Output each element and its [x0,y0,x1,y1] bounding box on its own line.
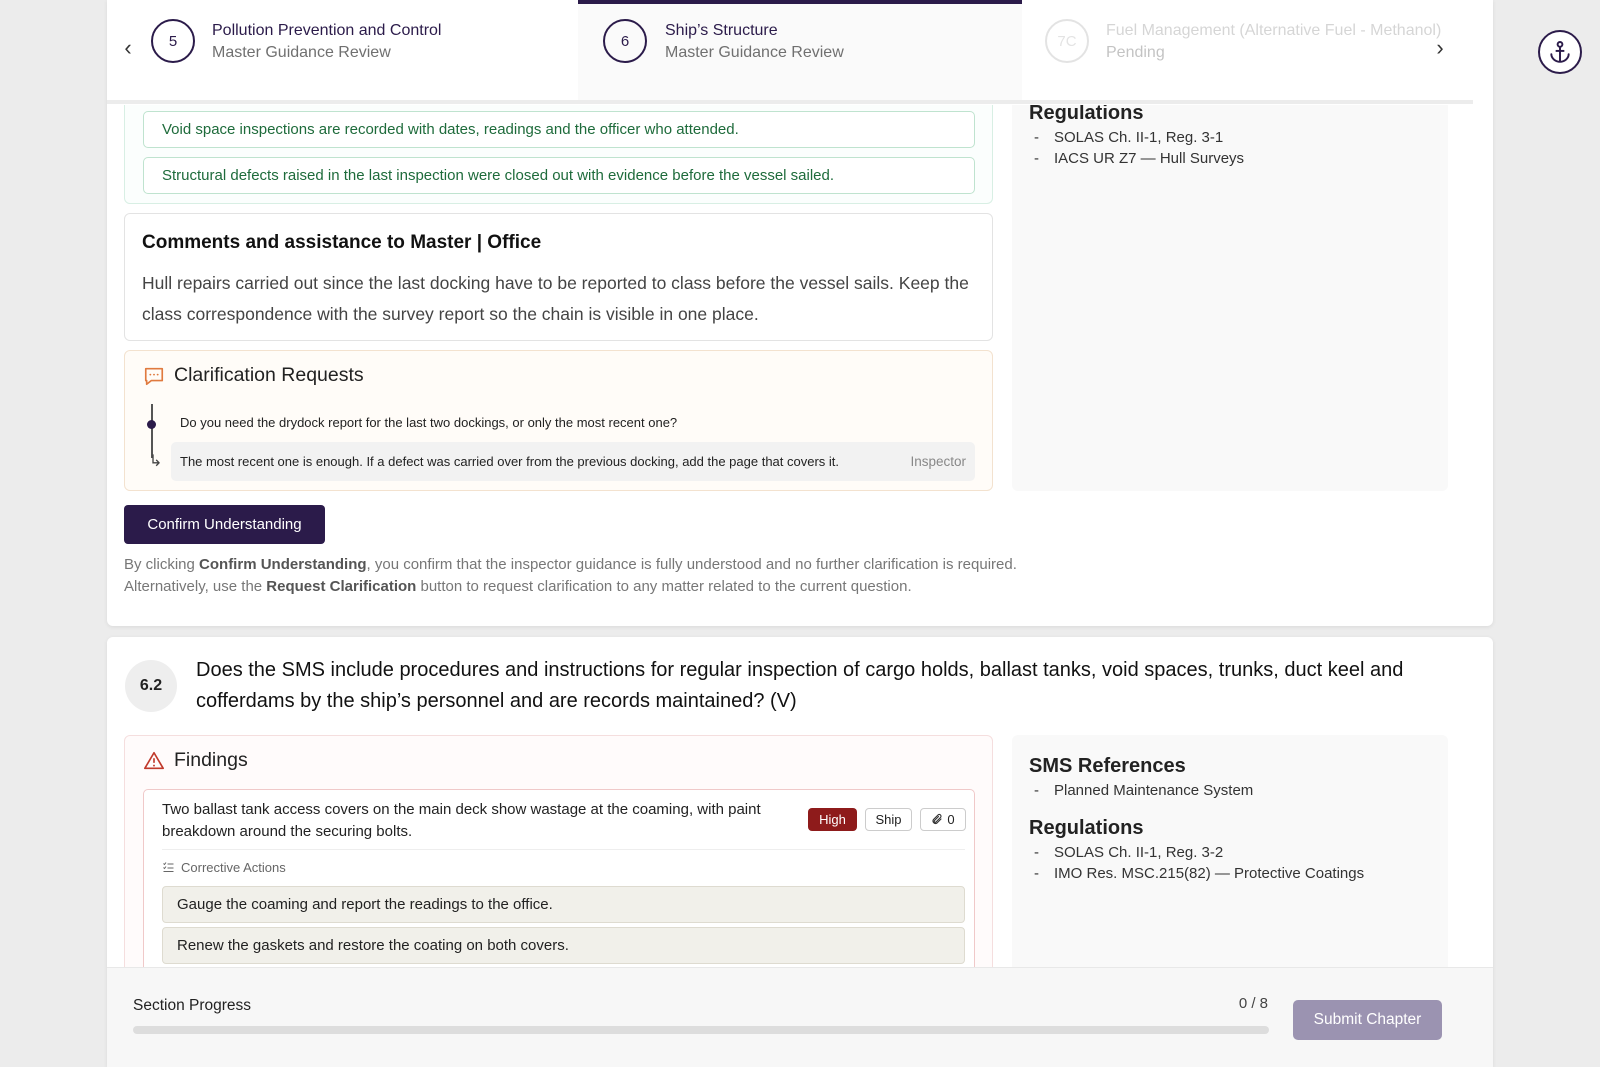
progress-track [133,1026,1269,1034]
finding-text: Two ballast tank access covers on the ma… [162,801,761,840]
note-emphasis: Confirm Understanding [199,556,367,573]
clarification-answer-text: The most recent one is enough. If a defe… [180,454,840,469]
divider [162,849,965,850]
chapter-tab-5[interactable]: 5 Pollution Prevention and Control Maste… [107,4,577,104]
clarification-answer: The most recent one is enough. If a defe… [171,442,975,481]
regulation-item: SOLAS Ch. II-1, Reg. 3-1 [1029,129,1244,146]
submit-chapter-button[interactable]: Submit Chapter [1293,1000,1442,1040]
page: ‹ 5 Pollution Prevention and Control Mas… [107,0,1493,1067]
findings-heading: Findings [174,749,248,771]
clarification-panel: Clarification Requests ↳ Do you need the… [124,350,993,491]
question-card-previous: ‹ 5 Pollution Prevention and Control Mas… [107,0,1493,626]
severity-badge: High [808,808,857,831]
chapter-tab-6-active[interactable]: 6 Ship’s Structure Master Guidance Revie… [578,0,1022,104]
corrective-action-item: Renew the gaskets and restore the coatin… [162,927,965,964]
corrective-actions-label: Corrective Actions [181,860,286,875]
clarification-heading: Clarification Requests [174,364,364,386]
findings-panel: Findings Two ballast tank access covers … [124,735,993,1009]
corrective-actions-heading: Corrective Actions [162,860,286,875]
reply-arrow-icon: ↳ [149,453,163,470]
question-number-badge: 6.2 [125,660,177,712]
active-tab-indicator [578,0,1022,4]
question-text: Does the SMS include procedures and inst… [196,659,1404,712]
attachments-count: 0 [947,812,955,827]
clarification-question: Do you need the drydock report for the l… [180,415,678,430]
chapter-tab-7c[interactable]: 7C Fuel Management (Alternative Fuel - M… [1023,4,1453,100]
confirm-understanding-button[interactable]: Confirm Understanding [124,505,325,544]
note-text: By clicking [124,556,200,573]
comments-panel: Comments and assistance to Master | Offi… [124,213,993,341]
thread-dot [147,420,156,429]
responsible-badge: Ship [865,808,912,831]
paperclip-icon [932,813,942,825]
chevron-right-icon[interactable]: › [1430,35,1450,60]
chapter-number-badge: 5 [151,19,195,63]
corrective-action-item: Gauge the coaming and report the reading… [162,886,965,923]
regulation-item: IACS UR Z7 — Hull Surveys [1029,150,1244,167]
progress-label: Section Progress [133,997,252,1014]
chapter-navigation: ‹ 5 Pollution Prevention and Control Mas… [107,0,1493,105]
regulation-item: IMO Res. MSC.215(82) — Protective Coatin… [1029,865,1364,882]
note-text: Alternatively, use the [124,578,267,595]
sms-reference-item: Planned Maintenance System [1029,782,1364,799]
warning-triangle-icon [144,751,164,770]
chapter-status: Master Guidance Review [665,44,844,61]
progress-count: 0 / 8 [1238,995,1268,1012]
chapter-number-badge: 6 [603,19,647,63]
section-progress-bar: Section Progress 0 / 8 Submit Chapter [107,967,1493,1067]
note-text: , you confirm that the inspector guidanc… [366,556,1017,573]
thread-line [151,404,153,458]
references-panel: Regulations SOLAS Ch. II-1, Reg. 3-1 IAC… [1012,100,1448,491]
checklist-item: Structural defects raised in the last in… [143,157,975,194]
comments-text: Hull repairs carried out since the last … [142,273,969,324]
chapter-title: Fuel Management (Alternative Fuel - Meth… [1106,22,1442,39]
anchor-menu-button[interactable] [1538,30,1582,74]
chapter-title: Ship’s Structure [665,22,778,39]
chapter-status: Pending [1106,44,1165,61]
divider [107,100,1473,104]
chat-bubble-icon [144,367,164,386]
attachments-button[interactable]: 0 [920,808,966,831]
regulation-item: SOLAS Ch. II-1, Reg. 3-2 [1029,844,1364,861]
regulations-heading: Regulations [1029,102,1144,124]
chapter-title: Pollution Prevention and Control [212,22,442,39]
sms-references-heading: SMS References [1029,755,1186,777]
checklist-icon [163,862,174,872]
comments-heading: Comments and assistance to Master | Offi… [142,232,542,253]
answer-author-role: Inspector [910,454,966,469]
chapter-status: Master Guidance Review [212,44,391,61]
references-panel: SMS References Planned Maintenance Syste… [1012,735,1448,995]
chapter-number-badge: 7C [1045,19,1089,63]
confirm-note: By clicking Confirm Understanding, you c… [124,554,1017,598]
anchor-icon [1550,41,1570,63]
note-emphasis: Request Clarification [266,578,417,595]
regulations-heading: Regulations [1029,817,1144,839]
checklist-item: Void space inspections are recorded with… [143,111,975,148]
note-text: button to request clarification to any m… [416,578,912,595]
